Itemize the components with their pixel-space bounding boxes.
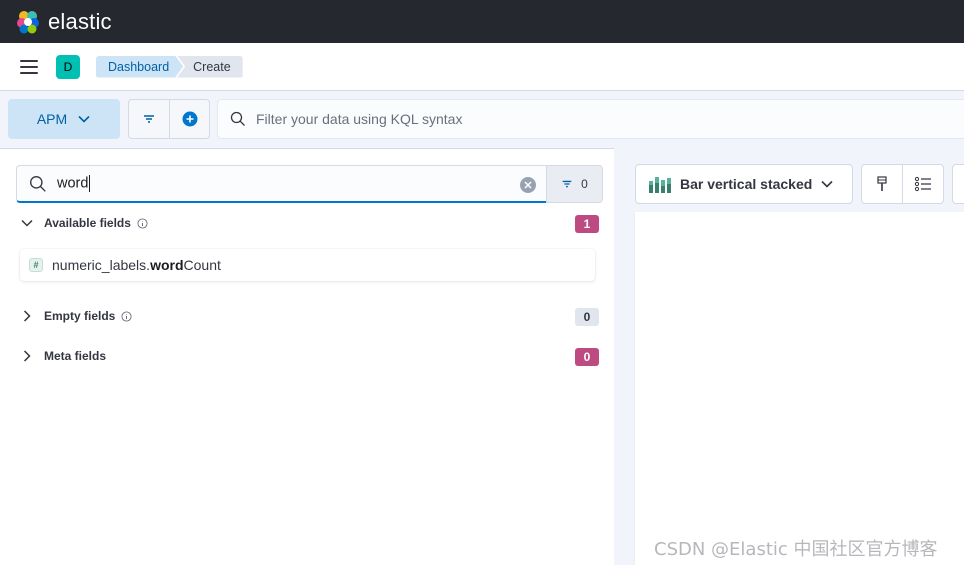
watermark: CSDN @Elastic 中国社区官方博客 xyxy=(654,539,938,560)
menu-icon[interactable] xyxy=(20,59,38,74)
plus-circle-icon xyxy=(182,111,197,127)
add-filter-button[interactable] xyxy=(169,100,209,138)
number-type-icon: # xyxy=(29,258,43,272)
field-search-input[interactable]: word xyxy=(16,165,546,203)
chart-type-label: Bar vertical stacked xyxy=(680,176,813,192)
available-fields-count: 1 xyxy=(575,215,599,233)
list-bullet-icon xyxy=(914,176,931,192)
chevron-down-icon xyxy=(821,180,833,188)
global-header: elastic xyxy=(0,0,964,43)
legend-settings-button[interactable] xyxy=(902,165,943,203)
info-icon[interactable] xyxy=(137,217,148,229)
meta-fields-count: 0 xyxy=(575,348,599,366)
breadcrumb: Dashboard Create xyxy=(96,55,243,78)
chevron-right-icon xyxy=(23,350,31,362)
kql-placeholder: Filter your data using KQL syntax xyxy=(256,111,463,127)
filter-menu-button[interactable] xyxy=(129,100,169,138)
kql-search-input[interactable]: Filter your data using KQL syntax xyxy=(217,99,964,139)
field-name: numeric_labels.wordCount xyxy=(52,257,221,273)
bar-chart-icon xyxy=(649,177,671,193)
info-icon[interactable] xyxy=(121,310,132,322)
available-fields-toggle[interactable]: Available fields xyxy=(20,216,148,230)
filter-icon xyxy=(562,180,572,188)
app-header: D Dashboard Create xyxy=(0,43,964,91)
elastic-logo-icon[interactable] xyxy=(16,10,40,34)
empty-fields-count: 0 xyxy=(575,308,599,326)
query-bar: APM Filter your data using KQL syntax xyxy=(0,92,964,147)
style-settings-button[interactable] xyxy=(862,165,902,203)
empty-fields-toggle[interactable]: Empty fields xyxy=(20,309,132,323)
data-view-label: APM xyxy=(36,111,68,127)
meta-fields-toggle[interactable]: Meta fields xyxy=(20,349,106,363)
filter-icon xyxy=(144,115,154,123)
search-icon xyxy=(30,175,46,192)
search-icon xyxy=(230,111,245,126)
chevron-down-icon xyxy=(21,219,33,227)
field-list-item[interactable]: # numeric_labels.wordCount xyxy=(20,249,595,281)
space-avatar[interactable]: D xyxy=(56,54,80,79)
paintbrush-icon xyxy=(877,176,887,191)
filter-count: 0 xyxy=(581,177,588,191)
chevron-right-icon xyxy=(23,310,31,322)
field-search-value: word xyxy=(57,175,91,192)
visualization-tools xyxy=(861,164,944,204)
chart-type-switcher[interactable]: Bar vertical stacked xyxy=(635,164,853,204)
available-fields-label: Available fields xyxy=(44,216,131,230)
visualization-workspace[interactable] xyxy=(635,212,964,565)
field-type-filter-button[interactable]: 0 xyxy=(546,165,603,203)
meta-fields-label: Meta fields xyxy=(44,349,107,363)
field-list-panel: word 0 Available fields 1 # numeric_labe… xyxy=(0,148,614,565)
filter-controls xyxy=(128,99,210,139)
empty-fields-label: Empty fields xyxy=(44,309,116,323)
toolbar-overflow-button[interactable] xyxy=(952,164,964,204)
data-view-button[interactable]: APM xyxy=(8,99,120,139)
brand-name[interactable]: elastic xyxy=(48,9,112,35)
breadcrumb-dashboard[interactable]: Dashboard xyxy=(96,56,183,78)
chevron-down-icon xyxy=(78,115,90,123)
breadcrumb-create: Create xyxy=(177,55,243,78)
clear-search-icon[interactable] xyxy=(520,177,536,193)
panel-divider[interactable] xyxy=(614,148,634,565)
